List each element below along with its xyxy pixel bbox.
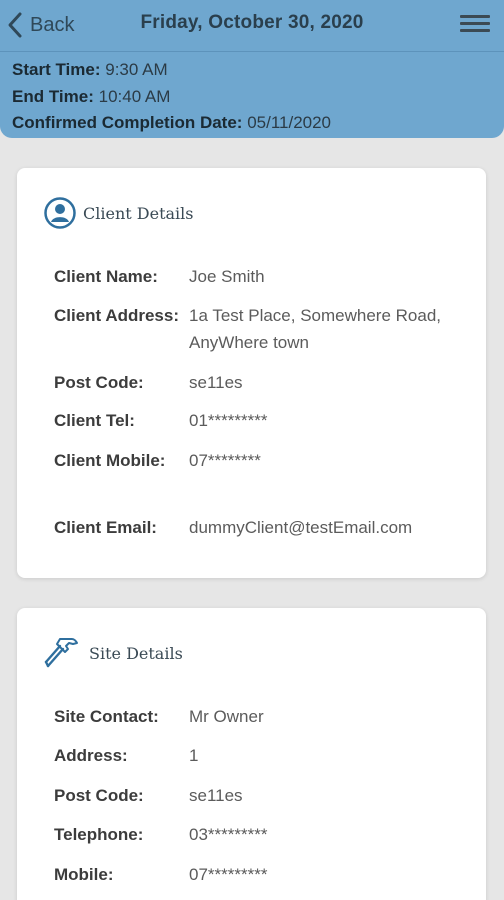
- client-tel-label: Client Tel:: [54, 411, 135, 430]
- site-address-label: Address:: [54, 746, 128, 765]
- client-address-label: Client Address:: [54, 306, 180, 325]
- client-mobile-value: 07********: [189, 451, 261, 470]
- end-time-row: End Time: 10:40 AM: [12, 84, 504, 111]
- client-name-label: Client Name:: [54, 267, 158, 286]
- completion-date-row: Confirmed Completion Date: 05/11/2020: [12, 110, 504, 137]
- end-time-label: End Time:: [12, 86, 94, 106]
- site-mobile-value: 07*********: [189, 865, 268, 884]
- start-time-value: 9:30 AM: [105, 60, 168, 79]
- client-tel-value: 01*********: [189, 411, 268, 430]
- start-time-label: Start Time:: [12, 60, 101, 79]
- client-details-header: Client Details: [43, 196, 193, 230]
- top-bar: Back Friday, October 30, 2020: [0, 0, 504, 52]
- site-postcode-value: se11es: [189, 786, 243, 805]
- site-details-card: Site Details Site Contact: Mr Owner Addr…: [17, 608, 486, 900]
- client-details-title: Client Details: [83, 203, 194, 223]
- site-contact-label: Site Contact:: [54, 707, 159, 726]
- appointment-summary: Start Time: 9:30 AM End Time: 10:40 AM C…: [0, 52, 504, 138]
- hamburger-menu-icon[interactable]: [460, 15, 490, 37]
- hammer-icon: [44, 638, 78, 668]
- client-postcode-value: se11es: [189, 373, 243, 392]
- completion-date-value: 05/11/2020: [247, 113, 332, 132]
- end-time-value: 10:40 AM: [98, 86, 171, 106]
- site-mobile-label: Mobile:: [54, 865, 114, 884]
- client-email-value: dummyClient@testEmail.com: [189, 518, 413, 537]
- site-address-value: 1: [189, 746, 199, 765]
- client-name-value: Joe Smith: [189, 267, 265, 286]
- site-details-header: Site Details: [43, 634, 183, 672]
- client-mobile-label: Client Mobile:: [54, 451, 166, 470]
- site-telephone-value: 03*********: [189, 825, 268, 844]
- user-circle-icon: [44, 197, 76, 229]
- completion-date-label: Confirmed Completion Date:: [12, 113, 243, 132]
- site-telephone-label: Telephone:: [54, 825, 144, 844]
- client-address-value: 1a Test Place, Somewhere Road, AnyWhere …: [189, 306, 441, 352]
- client-details-card: Client Details Client Name: Joe Smith Cl…: [17, 168, 486, 578]
- site-postcode-label: Post Code:: [54, 786, 144, 805]
- site-contact-value: Mr Owner: [189, 707, 264, 726]
- site-details-title: Site Details: [89, 643, 183, 663]
- start-time-row: Start Time: 9:30 AM: [12, 57, 504, 84]
- client-postcode-label: Post Code:: [54, 373, 144, 392]
- client-email-label: Client Email:: [54, 518, 157, 537]
- page-title: Friday, October 30, 2020: [140, 12, 364, 33]
